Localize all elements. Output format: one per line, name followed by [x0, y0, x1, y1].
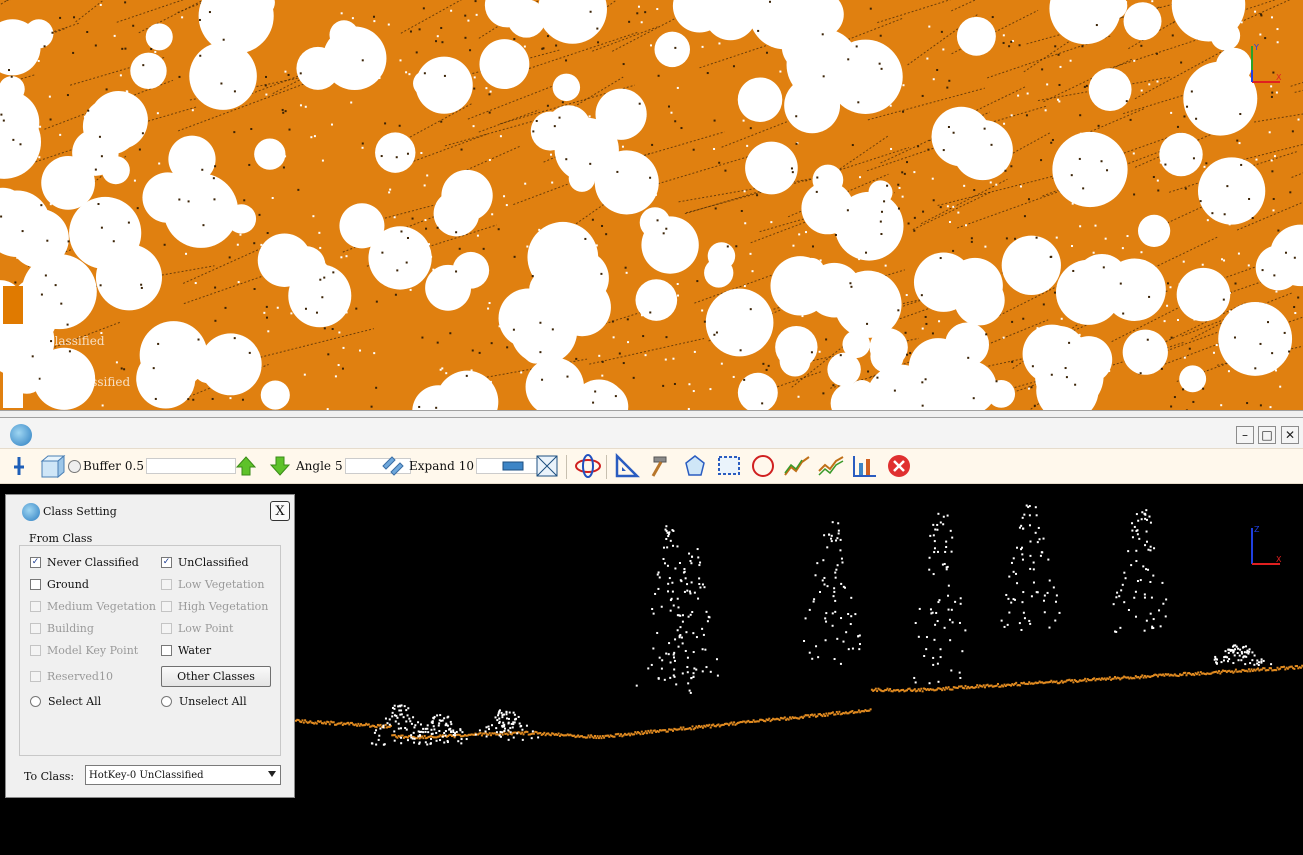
- lidar-dialog-logo-icon: [22, 503, 40, 521]
- line-up-icon[interactable]: [783, 453, 811, 479]
- legend-label-never-classified: Never Classified: [30, 375, 131, 389]
- select-all-radio[interactable]: Select All: [30, 695, 101, 708]
- legend-label-unclassified: Unclassified: [30, 334, 105, 348]
- checkbox-label: Building: [47, 622, 94, 635]
- profile-bar-icon[interactable]: [500, 453, 526, 479]
- vegetation-points: [370, 504, 1273, 746]
- class-setting-dialog: Class Setting X From Class ✓ Never Classi…: [5, 494, 295, 798]
- other-classes-button[interactable]: Other Classes: [161, 666, 271, 687]
- chart-icon[interactable]: [851, 453, 879, 479]
- radio-dot[interactable]: [161, 696, 172, 707]
- checkbox-medium-vegetation[interactable]: Medium Vegetation: [30, 600, 156, 613]
- expand-label: Expand: [409, 459, 455, 473]
- toolbar-separator: [566, 455, 567, 479]
- angle-value: 5: [335, 459, 343, 473]
- svg-text:Z: Z: [1254, 525, 1260, 534]
- checkbox-box[interactable]: ✓: [30, 557, 41, 568]
- stop-icon[interactable]: [886, 453, 912, 479]
- from-class-title: From Class: [26, 532, 96, 545]
- checkbox-high-vegetation[interactable]: High Vegetation: [161, 600, 268, 613]
- profile-toolbar: Buffer 0.5 Angle 5 Expand 10: [0, 448, 1303, 484]
- view-splitter[interactable]: [0, 410, 1303, 418]
- checkbox-model-key-point[interactable]: Model Key Point: [30, 644, 138, 657]
- axis-indicator-top: Y X: [1251, 43, 1282, 83]
- line-down-icon[interactable]: [817, 453, 845, 479]
- arrow-up-icon[interactable]: [234, 453, 258, 479]
- unselect-all-radio[interactable]: Unselect All: [161, 695, 247, 708]
- legend-swatch-unclassified: [3, 286, 23, 324]
- angle-label: Angle: [296, 459, 332, 473]
- expand-icon[interactable]: [380, 453, 406, 479]
- checkbox-label: Ground: [47, 578, 89, 591]
- expand-value: 10: [458, 459, 475, 473]
- ground-points: [295, 664, 1303, 740]
- checkbox-label: UnClassified: [178, 556, 249, 569]
- checkbox-label: Medium Vegetation: [47, 600, 156, 613]
- cube-icon[interactable]: [38, 453, 66, 479]
- checkbox-building[interactable]: Building: [30, 622, 94, 635]
- checkbox-never-classified[interactable]: ✓ Never Classified: [30, 556, 139, 569]
- checkbox-label: Water: [178, 644, 212, 657]
- close-window-button[interactable]: ✕: [1281, 426, 1299, 444]
- toolbar-separator: [606, 455, 607, 479]
- checkbox-box[interactable]: [30, 645, 41, 656]
- to-class-label: To Class:: [24, 770, 75, 783]
- radio-label: Select All: [48, 695, 102, 708]
- dialog-title: Class Setting: [43, 505, 117, 518]
- checkbox-box[interactable]: [161, 623, 172, 634]
- polygon-icon[interactable]: [682, 453, 708, 479]
- checkbox-label: High Vegetation: [178, 600, 269, 613]
- buffer-control[interactable]: Buffer 0.5: [68, 453, 237, 479]
- to-class-select[interactable]: HotKey-0 UnClassified: [85, 765, 281, 785]
- chevron-down-icon[interactable]: [268, 771, 276, 777]
- svg-text:X: X: [1276, 555, 1282, 564]
- buffer-label: Buffer: [83, 459, 121, 473]
- hammer-icon[interactable]: [648, 453, 674, 479]
- radio-label: Unselect All: [179, 695, 247, 708]
- top-view-canvas[interactable]: Unclassified Never Classified Y X: [0, 0, 1303, 413]
- legend-swatch-never-classified: [3, 328, 23, 408]
- dialog-close-button[interactable]: X: [270, 501, 290, 521]
- profile-window-titlebar: [0, 418, 1303, 448]
- axis-indicator-profile: Z X: [1251, 525, 1282, 565]
- ruler-triangle-icon[interactable]: [614, 453, 640, 479]
- checkbox-box[interactable]: [30, 601, 41, 612]
- checkbox-box[interactable]: [30, 579, 41, 590]
- checkbox-reserved10[interactable]: Reserved10: [30, 670, 113, 683]
- svg-text:X: X: [1276, 73, 1282, 82]
- maximize-button[interactable]: □: [1258, 426, 1276, 444]
- checkbox-low-point[interactable]: Low Point: [161, 622, 233, 635]
- pin-icon[interactable]: [8, 453, 30, 479]
- top-point-cloud: [0, 0, 1303, 413]
- circle-select-icon[interactable]: [750, 453, 776, 479]
- radio-dot[interactable]: [30, 696, 41, 707]
- minimize-button[interactable]: –: [1236, 426, 1254, 444]
- buffer-value: 0.5: [124, 459, 145, 473]
- checkbox-label: Reserved10: [47, 670, 113, 683]
- checkbox-box[interactable]: [30, 623, 41, 634]
- checkbox-box[interactable]: [30, 671, 41, 682]
- checkbox-water[interactable]: Water: [161, 644, 211, 657]
- svg-text:Y: Y: [1253, 43, 1259, 52]
- checkbox-ground[interactable]: Ground: [30, 578, 89, 591]
- checkbox-box[interactable]: [161, 645, 172, 656]
- buffer-radio[interactable]: [68, 459, 81, 473]
- checkbox-label: Never Classified: [47, 556, 139, 569]
- checkbox-label: Low Point: [178, 622, 234, 635]
- checkbox-label: Model Key Point: [47, 644, 139, 657]
- checkbox-unclassified[interactable]: ✓ UnClassified: [161, 556, 249, 569]
- frame-icon[interactable]: [534, 453, 560, 479]
- checkbox-box[interactable]: ✓: [161, 557, 172, 568]
- tree-crowns: [0, 0, 1303, 413]
- checkbox-label: Low Vegetation: [178, 578, 265, 591]
- checkbox-box[interactable]: [161, 579, 172, 590]
- to-class-value: HotKey-0 UnClassified: [89, 769, 204, 781]
- lidar-app-logo-icon: [10, 424, 32, 446]
- arrow-down-icon[interactable]: [268, 453, 292, 479]
- checkbox-box[interactable]: [161, 601, 172, 612]
- checkbox-low-vegetation[interactable]: Low Vegetation: [161, 578, 264, 591]
- rectangle-select-icon[interactable]: [716, 453, 742, 479]
- buffer-input[interactable]: [146, 458, 237, 474]
- orbit-icon[interactable]: [574, 453, 602, 479]
